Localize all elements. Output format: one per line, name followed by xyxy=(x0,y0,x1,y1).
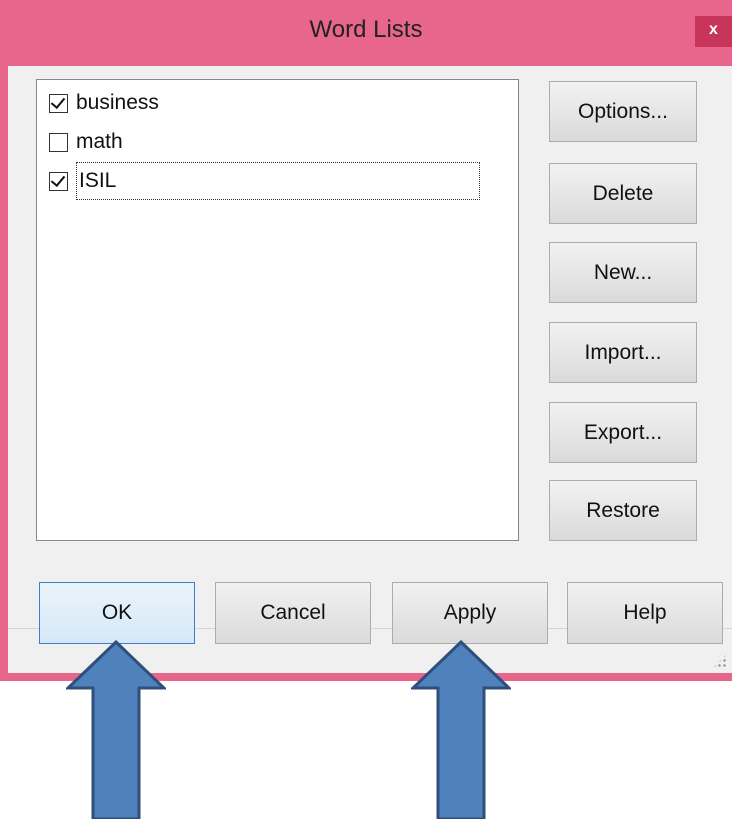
new-button[interactable]: New... xyxy=(549,242,697,303)
title-bar[interactable]: Word Lists x xyxy=(0,0,732,66)
dialog-client-area: business math ISIL Options... Delete New… xyxy=(8,66,732,673)
up-arrow-icon xyxy=(411,640,511,819)
list-item-label: math xyxy=(76,130,123,153)
close-icon: x xyxy=(709,21,718,38)
checkbox-business[interactable] xyxy=(49,93,68,113)
apply-button[interactable]: Apply xyxy=(392,582,548,644)
list-item-business[interactable]: business xyxy=(49,88,159,118)
restore-button[interactable]: Restore xyxy=(549,480,697,541)
up-arrow-icon xyxy=(66,640,166,819)
checkbox-math[interactable] xyxy=(49,132,68,152)
ok-button[interactable]: OK xyxy=(39,582,195,644)
list-item-label: ISIL xyxy=(79,169,117,192)
dialog-title: Word Lists xyxy=(309,16,423,43)
word-lists-dialog: Word Lists x business math ISIL Options.… xyxy=(0,0,732,681)
delete-button[interactable]: Delete xyxy=(549,163,697,224)
cancel-button[interactable]: Cancel xyxy=(215,582,371,644)
export-button[interactable]: Export... xyxy=(549,402,697,463)
list-item-isil[interactable]: ISIL xyxy=(49,162,480,200)
help-button[interactable]: Help xyxy=(567,582,723,644)
resize-grip-icon[interactable] xyxy=(712,653,728,669)
list-item-math[interactable]: math xyxy=(49,127,123,157)
list-item-label: business xyxy=(76,91,159,114)
word-list-box[interactable]: business math ISIL xyxy=(36,79,519,541)
import-button[interactable]: Import... xyxy=(549,322,697,383)
checkbox-isil[interactable] xyxy=(49,171,68,191)
list-item-label-focused: ISIL xyxy=(76,162,480,200)
options-button[interactable]: Options... xyxy=(549,81,697,142)
close-button[interactable]: x xyxy=(695,16,732,47)
